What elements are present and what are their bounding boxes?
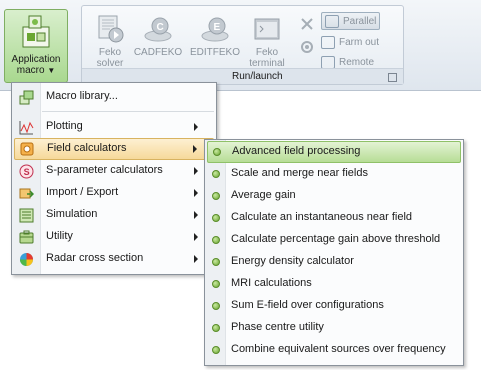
submenu-arrow-icon — [194, 211, 198, 219]
application-macro-label-2: macro — [16, 65, 45, 76]
parallel-icon — [325, 14, 339, 28]
bullet-icon — [212, 214, 220, 222]
bullet-icon — [212, 236, 220, 244]
menu-item-plotting[interactable]: Plotting — [12, 116, 216, 138]
bullet-icon — [212, 324, 220, 332]
submenu-item-instantaneous-near-field[interactable]: Calculate an instantaneous near field — [205, 207, 463, 229]
bullet-icon — [213, 148, 221, 156]
submenu-item-combine-equivalent-sources[interactable]: Combine equivalent sources over frequenc… — [205, 339, 463, 361]
feko-terminal-button[interactable]: Feko terminal — [244, 14, 290, 69]
menu-separator — [42, 111, 214, 112]
submenu-arrow-icon — [194, 189, 198, 197]
menu-item-field-calculators[interactable]: Field calculators — [14, 138, 214, 160]
cadfeko-button[interactable]: C CADFEKO — [132, 14, 184, 58]
import-export-label: Import / Export — [46, 186, 119, 198]
submenu-item-label: Sum E-field over configurations — [231, 299, 384, 311]
gear-icon[interactable] — [300, 40, 314, 54]
editfeko-button[interactable]: E EDITFEKO — [188, 14, 242, 58]
cadfeko-icon: C — [144, 17, 172, 42]
submenu-item-label: MRI calculations — [231, 277, 312, 289]
submenu-item-label: Average gain — [231, 189, 296, 201]
simulation-icon — [19, 208, 34, 223]
field-calculator-icon — [20, 142, 34, 156]
menu-item-macro-library[interactable]: Macro library... — [12, 86, 216, 108]
radar-icon — [20, 253, 33, 266]
submenu-item-label: Calculate percentage gain above threshol… — [231, 233, 441, 245]
svg-text:S: S — [24, 167, 30, 177]
submenu-item-label: Energy density calculator — [231, 255, 354, 267]
bullet-icon — [212, 280, 220, 288]
parallel-label: Parallel — [343, 15, 377, 27]
submenu-item-label: Calculate an instantaneous near field — [231, 211, 413, 223]
editfeko-icon: E — [201, 17, 229, 42]
terminal-icon — [254, 18, 280, 40]
dropdown-arrow-icon: ▼ — [47, 66, 56, 75]
menu-item-import-export[interactable]: Import / Export — [12, 182, 216, 204]
submenu-item-advanced-field-processing[interactable]: Advanced field processing — [207, 141, 461, 163]
feko-solver-label-1: Feko — [98, 47, 122, 58]
puzzle-icon — [22, 15, 50, 48]
dialog-launcher-icon[interactable] — [388, 73, 397, 82]
ribbon: Application macro ▼ Feko solver C CADFEK… — [0, 0, 481, 91]
remote-label: Remote — [339, 56, 375, 68]
menu-item-s-parameter-calculators[interactable]: S S-parameter calculators — [12, 160, 216, 182]
menu-item-simulation[interactable]: Simulation — [12, 204, 216, 226]
cadfeko-label: CADFEKO — [133, 47, 183, 58]
utility-label: Utility — [46, 230, 73, 242]
macro-library-icon — [19, 90, 34, 105]
submenu-item-sum-e-field[interactable]: Sum E-field over configurations — [205, 295, 463, 317]
farm-out-button[interactable]: Farm out — [321, 34, 379, 50]
menu-item-utility[interactable]: Utility — [12, 226, 216, 248]
radar-cross-section-label: Radar cross section — [46, 252, 144, 264]
feko-solver-button[interactable]: Feko solver — [88, 14, 132, 69]
svg-text:E: E — [214, 22, 221, 33]
field-calculators-submenu: Advanced field processing Scale and merg… — [204, 139, 464, 366]
plot-icon — [19, 121, 34, 135]
run-launch-group-label: Run/launch — [232, 71, 283, 82]
component-icon[interactable] — [300, 17, 314, 31]
field-calculators-label: Field calculators — [47, 142, 127, 154]
submenu-arrow-icon — [194, 233, 198, 241]
import-export-icon — [19, 188, 34, 199]
submenu-item-phase-centre[interactable]: Phase centre utility — [205, 317, 463, 339]
farm-out-label: Farm out — [339, 36, 380, 48]
submenu-item-average-gain[interactable]: Average gain — [205, 185, 463, 207]
submenu-item-energy-density[interactable]: Energy density calculator — [205, 251, 463, 273]
bullet-icon — [212, 258, 220, 266]
submenu-arrow-icon — [193, 145, 197, 153]
s-parameter-icon: S — [19, 164, 34, 179]
bullet-icon — [212, 302, 220, 310]
macro-library-label: Macro library... — [46, 90, 118, 102]
solver-icon — [98, 15, 124, 43]
svg-text:C: C — [157, 22, 164, 33]
editfeko-label: EDITFEKO — [189, 47, 240, 58]
bullet-icon — [212, 170, 220, 178]
plotting-label: Plotting — [46, 120, 83, 132]
submenu-item-label: Advanced field processing — [232, 145, 361, 157]
application-macro-button[interactable]: Application macro ▼ — [4, 9, 68, 83]
utility-icon — [19, 230, 34, 244]
submenu-arrow-icon — [194, 123, 198, 131]
run-launch-group: Feko solver C CADFEKO E EDITFEKO Feko te… — [81, 5, 404, 85]
bullet-icon — [212, 346, 220, 354]
submenu-arrow-icon — [194, 167, 198, 175]
menu-item-radar-cross-section[interactable]: Radar cross section — [12, 248, 216, 270]
submenu-item-label: Combine equivalent sources over frequenc… — [231, 343, 446, 355]
submenu-item-label: Phase centre utility — [231, 321, 324, 333]
submenu-item-percentage-gain[interactable]: Calculate percentage gain above threshol… — [205, 229, 463, 251]
application-macro-menu: Macro library... Plotting Field calculat… — [11, 82, 217, 275]
simulation-label: Simulation — [46, 208, 98, 220]
submenu-item-scale-and-merge[interactable]: Scale and merge near fields — [205, 163, 463, 185]
feko-terminal-label-1: Feko — [255, 47, 279, 58]
s-parameter-calculators-label: S-parameter calculators — [46, 164, 163, 176]
submenu-item-label: Scale and merge near fields — [231, 167, 368, 179]
parallel-button[interactable]: Parallel — [321, 12, 381, 30]
remote-icon — [321, 55, 335, 69]
bullet-icon — [212, 192, 220, 200]
submenu-arrow-icon — [194, 255, 198, 263]
farm-out-icon — [321, 35, 335, 49]
submenu-item-mri-calculations[interactable]: MRI calculations — [205, 273, 463, 295]
application-macro-label: Application — [11, 54, 61, 65]
